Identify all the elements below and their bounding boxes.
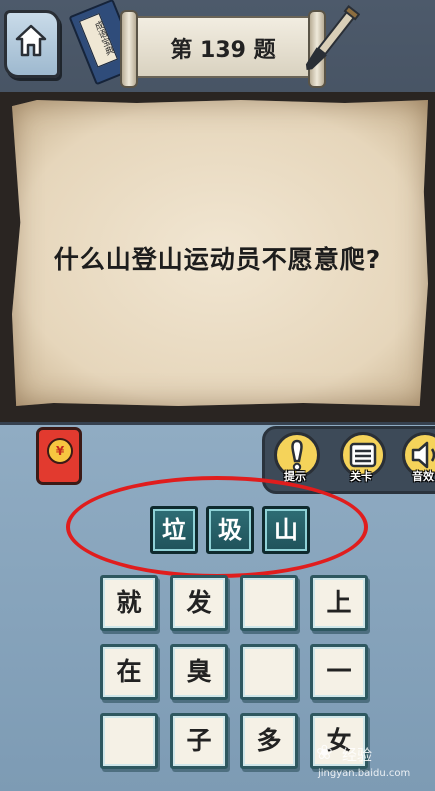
letter-tile[interactable]: 子 [170, 713, 228, 769]
red-packet-button[interactable]: ¥ [36, 427, 82, 485]
level-scroll: 第 139 题 [120, 10, 326, 88]
letter-tile-empty[interactable] [240, 575, 298, 631]
letter-tile[interactable]: 上 [310, 575, 368, 631]
home-button[interactable] [4, 10, 60, 78]
home-icon [15, 24, 47, 57]
levels-label: 关卡 [350, 470, 372, 483]
level-title: 第 139 题 [170, 38, 276, 63]
coin-icon: ¥ [47, 438, 73, 464]
sound-button[interactable]: 音效 [398, 432, 435, 483]
letter-tile[interactable]: 臭 [170, 644, 228, 700]
answer-slot-3[interactable]: 山 [262, 506, 310, 554]
answer-slot-1[interactable]: 垃 [150, 506, 198, 554]
paw-icon: ❀ [316, 740, 333, 764]
letter-tile-empty[interactable] [240, 644, 298, 700]
letter-tile[interactable]: 一 [310, 644, 368, 700]
hint-button[interactable]: 提示 [270, 432, 320, 483]
letter-tile[interactable]: 在 [100, 644, 158, 700]
brush-icon [305, 4, 360, 70]
answer-slot-2[interactable]: 圾 [206, 506, 254, 554]
letter-tile[interactable]: 多 [240, 713, 298, 769]
levels-button[interactable]: 关卡 [336, 432, 386, 483]
watermark-brand: 经验 [342, 746, 373, 764]
watermark: ❀ 经验 jingyan.baidu.com [316, 738, 432, 788]
question-text: 什么山登山运动员不愿意爬? [53, 245, 382, 274]
letter-tile[interactable]: 就 [100, 575, 158, 631]
watermark-url: jingyan.baidu.com [318, 768, 411, 779]
sound-label: 音效 [412, 470, 434, 483]
letter-tile[interactable]: 发 [170, 575, 228, 631]
letter-tile-empty[interactable] [100, 713, 158, 769]
